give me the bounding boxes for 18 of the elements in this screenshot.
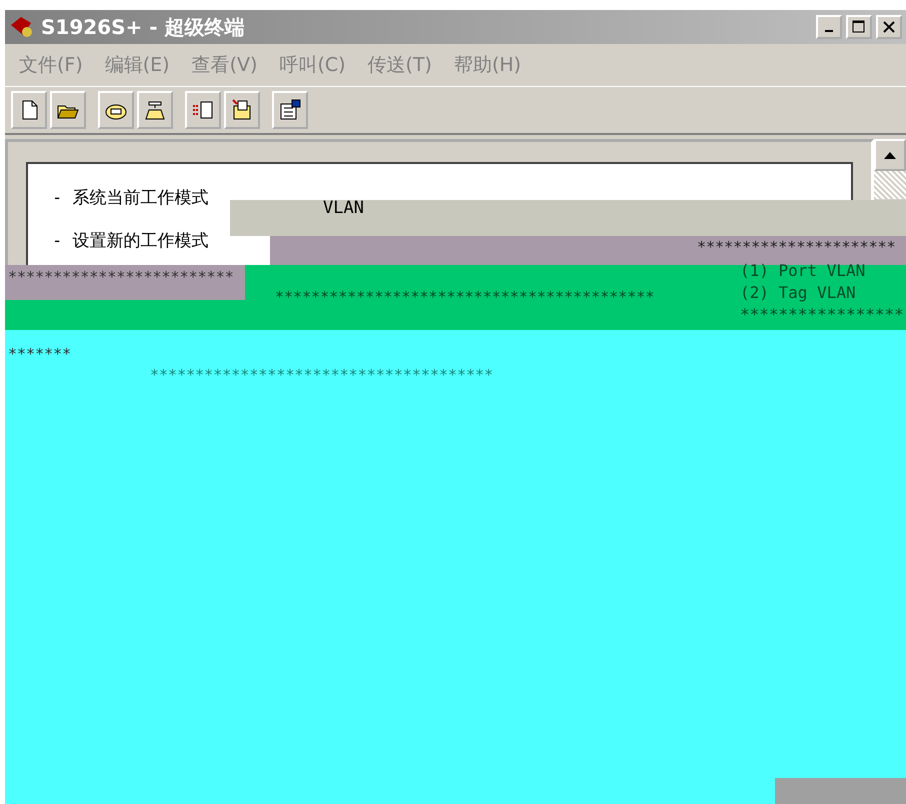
terminal-text: ************************* [8,268,234,286]
terminal-line: - 系统当前工作模式 [52,187,208,209]
terminal-line: - 设置新的工作模式 [52,230,208,252]
terminal-text: ********************** [697,238,896,256]
terminal-text: VLAN [323,199,364,217]
menu-item[interactable]: 帮助(H) [454,52,522,78]
window-title: S1926S+ - 超级终端 [41,14,246,40]
terminal-text: (2) Tag VLAN [740,284,856,302]
menu-item[interactable]: 编辑(E) [104,52,170,78]
terminal-text: ******* [8,345,72,363]
terminal-text: ****************************************** [275,288,654,306]
menu-item[interactable]: 查看(V) [192,52,258,78]
menu-item[interactable]: 文件(F) [19,52,83,78]
menu-item[interactable]: 呼叫(C) [279,52,346,78]
terminal-text: ***************** [740,306,904,324]
menu-item[interactable]: 传送(T) [368,52,432,78]
terminal-text: ************************************** [150,366,494,384]
terminal-text: (1) Port VLAN [740,262,866,280]
